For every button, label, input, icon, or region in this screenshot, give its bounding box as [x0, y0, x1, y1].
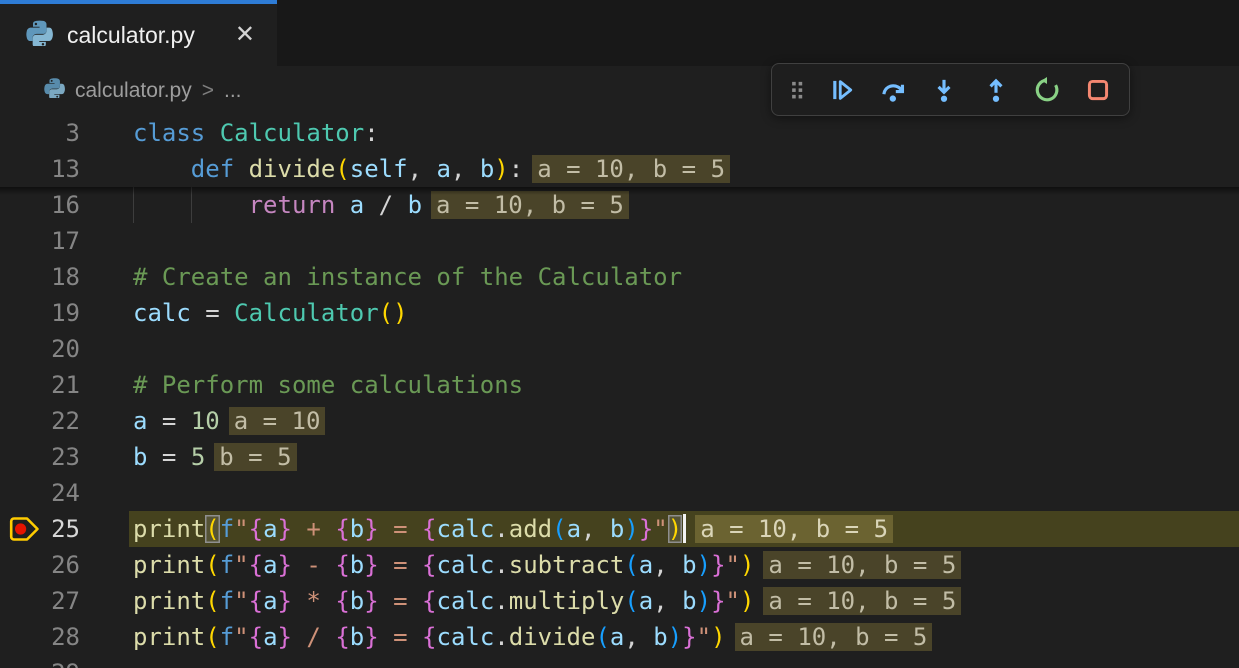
- line-number[interactable]: 18: [0, 259, 80, 295]
- code-content[interactable]: print(f"{a} - {b} = {calc.subtract(a, b)…: [129, 547, 1239, 583]
- code-line: 23 b = 5b = 5: [0, 439, 1239, 475]
- indent-guide: [133, 187, 134, 223]
- breadcrumb-file[interactable]: calculator.py: [75, 79, 192, 103]
- code-line: 27 print(f"{a} * {b} = {calc.multiply(a, …: [0, 583, 1239, 619]
- code-content[interactable]: print(f"{a} + {b} = {calc.add(a, b)}")a …: [129, 511, 1239, 547]
- text-cursor: [683, 514, 686, 543]
- code-editor[interactable]: 3class Calculator:13 def divide(self, a,…: [0, 115, 1239, 668]
- debug-inline-value: a = 10, b = 5: [695, 515, 893, 543]
- code-content[interactable]: b = 5b = 5: [129, 439, 1239, 475]
- code-line: 20: [0, 331, 1239, 367]
- debug-inline-value: a = 10: [229, 407, 326, 435]
- code-line: 25print(f"{a} + {b} = {calc.add(a, b)}")…: [0, 511, 1239, 547]
- code-content[interactable]: # Create an instance of the Calculator: [129, 259, 1239, 295]
- line-number[interactable]: 23: [0, 439, 80, 475]
- code-content[interactable]: [129, 475, 1239, 511]
- line-number[interactable]: 19: [0, 295, 80, 331]
- python-icon: [44, 77, 65, 104]
- line-number[interactable]: 29: [0, 655, 80, 668]
- sticky-scroll: 3class Calculator:13 def divide(self, a,…: [0, 115, 1239, 187]
- debug-continue-button[interactable]: [821, 69, 863, 111]
- debug-step-over-icon: [879, 76, 907, 104]
- debug-toolbar: [771, 63, 1130, 116]
- code-line: 16 return a / ba = 10, b = 5: [0, 187, 1239, 223]
- code-line: 29: [0, 655, 1239, 668]
- debug-inline-value: a = 10, b = 5: [431, 191, 629, 219]
- line-number[interactable]: 13: [0, 151, 80, 187]
- debug-step-into-icon: [930, 76, 958, 104]
- debug-step-into-button[interactable]: [923, 69, 965, 111]
- debug-stop-icon: [1084, 76, 1112, 104]
- code-line: 3 class Calculator:: [0, 115, 1239, 151]
- debug-step-out-button[interactable]: [975, 69, 1017, 111]
- python-icon: [26, 19, 53, 51]
- indent-guide: [191, 187, 192, 223]
- code-line: 21 # Perform some calculations: [0, 367, 1239, 403]
- code-line: 19 calc = Calculator(): [0, 295, 1239, 331]
- debug-inline-value: a = 10, b = 5: [763, 587, 961, 615]
- debug-restart-button[interactable]: [1026, 69, 1068, 111]
- debug-toolbar-gripper[interactable]: [782, 69, 812, 111]
- line-number[interactable]: 28: [0, 619, 80, 655]
- line-number[interactable]: 21: [0, 367, 80, 403]
- debug-stop-button[interactable]: [1077, 69, 1119, 111]
- line-number[interactable]: 3: [0, 115, 80, 151]
- breakpoint-current-line-icon[interactable]: [8, 514, 42, 544]
- debug-inline-value: b = 5: [214, 443, 296, 471]
- code-line: 17: [0, 223, 1239, 259]
- tab-bar: calculator.py ✕: [0, 0, 1239, 66]
- code-content[interactable]: return a / ba = 10, b = 5: [129, 187, 1239, 223]
- code-line: 13 def divide(self, a, b):a = 10, b = 5: [0, 151, 1239, 187]
- code-content[interactable]: print(f"{a} / {b} = {calc.divide(a, b)}"…: [129, 619, 1239, 655]
- code-line: 24: [0, 475, 1239, 511]
- line-number[interactable]: 24: [0, 475, 80, 511]
- code-content[interactable]: class Calculator:: [129, 115, 1239, 151]
- code-line: 22 a = 10a = 10: [0, 403, 1239, 439]
- debug-inline-value: a = 10, b = 5: [735, 623, 933, 651]
- debug-step-over-button[interactable]: [872, 69, 914, 111]
- breadcrumb-separator-icon: >: [202, 79, 214, 103]
- debug-restart-icon: [1033, 76, 1061, 104]
- vscode-window: calculator.py ✕ calculator.py > ...: [0, 0, 1239, 668]
- code-line: 18 # Create an instance of the Calculator: [0, 259, 1239, 295]
- debug-continue-icon: [828, 76, 856, 104]
- code-content[interactable]: print(f"{a} * {b} = {calc.multiply(a, b)…: [129, 583, 1239, 619]
- tab-title: calculator.py: [67, 22, 195, 49]
- tab-calculator-py[interactable]: calculator.py ✕: [0, 0, 277, 66]
- code-content[interactable]: a = 10a = 10: [129, 403, 1239, 439]
- code-line: 26 print(f"{a} - {b} = {calc.subtract(a, …: [0, 547, 1239, 583]
- line-number[interactable]: 16: [0, 187, 80, 223]
- line-number[interactable]: 22: [0, 403, 80, 439]
- code-content[interactable]: [129, 655, 1239, 668]
- breadcrumb: calculator.py > ...: [0, 66, 242, 115]
- debug-step-out-icon: [982, 76, 1010, 104]
- line-number[interactable]: 27: [0, 583, 80, 619]
- code-content[interactable]: # Perform some calculations: [129, 367, 1239, 403]
- breadcrumb-ellipsis[interactable]: ...: [224, 79, 242, 103]
- code-content[interactable]: def divide(self, a, b):a = 10, b = 5: [129, 151, 1239, 187]
- code-content[interactable]: [129, 331, 1239, 367]
- debug-inline-value: a = 10, b = 5: [532, 155, 730, 183]
- gripper-icon: [784, 77, 810, 103]
- line-number[interactable]: 26: [0, 547, 80, 583]
- line-number[interactable]: 17: [0, 223, 80, 259]
- code-line: 28 print(f"{a} / {b} = {calc.divide(a, b)…: [0, 619, 1239, 655]
- line-number[interactable]: 20: [0, 331, 80, 367]
- tab-close-icon[interactable]: ✕: [235, 23, 255, 47]
- code-content[interactable]: calc = Calculator(): [129, 295, 1239, 331]
- code-content[interactable]: [129, 223, 1239, 259]
- debug-inline-value: a = 10, b = 5: [763, 551, 961, 579]
- code-lines: 16 return a / ba = 10, b = 51718# Create…: [0, 187, 1239, 668]
